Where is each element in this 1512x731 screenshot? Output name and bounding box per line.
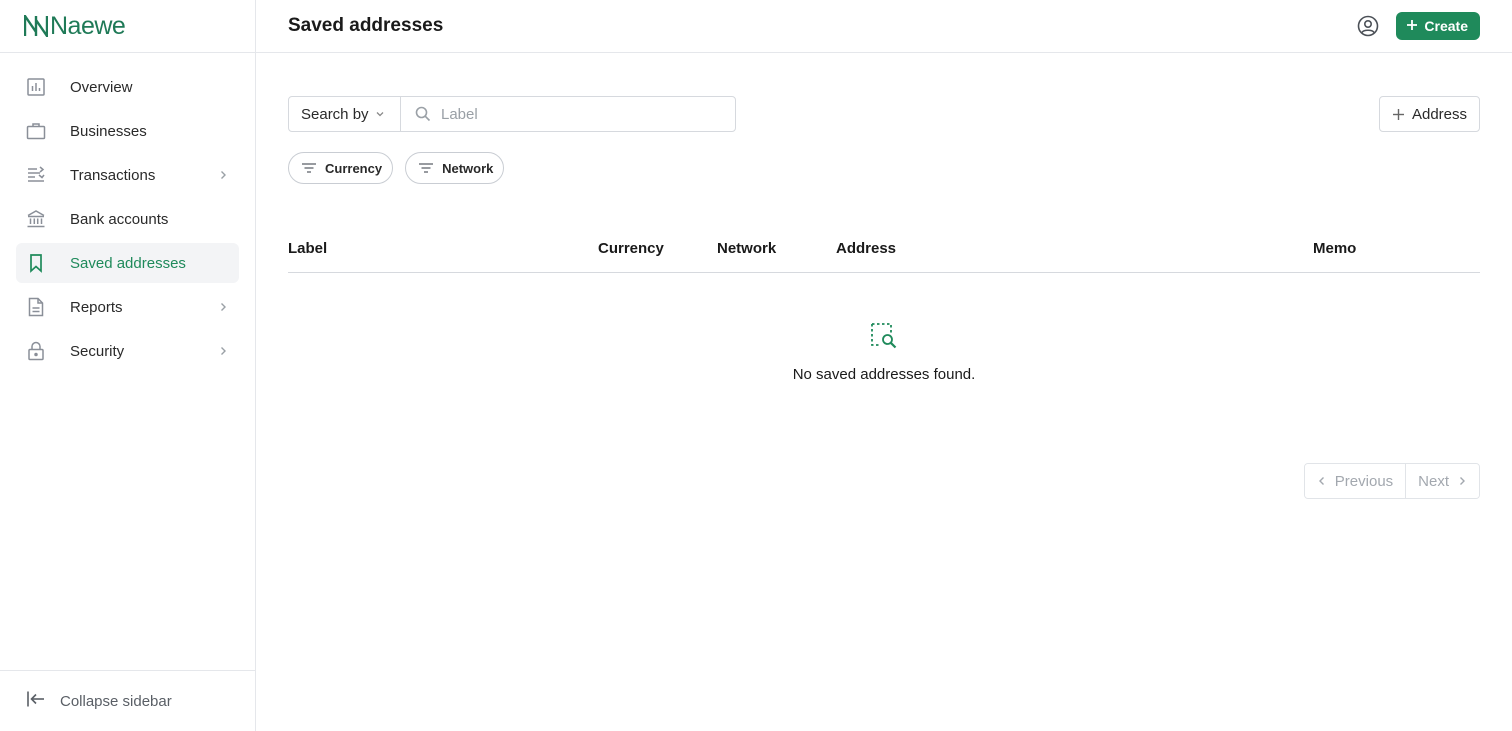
table-header: Label Currency Network Address Memo [288, 224, 1480, 273]
empty-search-icon [869, 321, 899, 351]
previous-page-label: Previous [1334, 472, 1394, 490]
app-root: Naewe Overview Businesses Transactions B… [0, 0, 1512, 731]
sidebar-item-businesses[interactable]: Businesses [16, 111, 239, 151]
sidebar-item-label: Bank accounts [70, 210, 169, 228]
bank-icon [26, 209, 46, 229]
brand-name: Naewe [50, 11, 126, 40]
chevron-right-icon [217, 169, 229, 181]
sidebar-item-security[interactable]: Security [16, 331, 239, 371]
create-button[interactable]: Create [1396, 12, 1480, 40]
chevron-right-icon [217, 345, 229, 357]
bar-chart-icon [26, 77, 46, 97]
bookmark-icon [26, 253, 46, 273]
sidebar-item-label: Transactions [70, 166, 156, 184]
briefcase-icon [26, 121, 46, 141]
naewe-logo-icon [24, 15, 48, 37]
column-header-network[interactable]: Network [717, 240, 776, 257]
sidebar-item-overview[interactable]: Overview [16, 67, 239, 107]
sidebar-item-bank-accounts[interactable]: Bank accounts [16, 199, 239, 239]
column-header-address[interactable]: Address [836, 240, 896, 257]
chevron-down-icon [375, 109, 385, 119]
sidebar-item-label: Security [70, 342, 125, 360]
chevron-right-icon [1457, 473, 1467, 490]
sidebar-item-saved-addresses[interactable]: Saved addresses [16, 243, 239, 283]
filter-label: Currency [325, 160, 383, 176]
column-header-memo[interactable]: Memo [1313, 240, 1356, 257]
collapse-sidebar-label: Collapse sidebar [60, 692, 172, 710]
create-button-label: Create [1424, 18, 1468, 34]
main-content: Saved addresses Create Search by Label A… [256, 0, 1512, 731]
transactions-icon [26, 165, 46, 185]
sidebar-item-reports[interactable]: Reports [16, 287, 239, 327]
saved-addresses-table: Label Currency Network Address Memo No s… [288, 224, 1480, 473]
search-by-dropdown[interactable]: Search by [289, 97, 401, 131]
sidebar-item-label: Businesses [70, 122, 147, 140]
collapse-left-icon [26, 689, 46, 714]
collapse-sidebar-button[interactable]: Collapse sidebar [0, 670, 255, 731]
chevron-left-icon [1317, 473, 1327, 490]
sidebar-item-label: Reports [70, 298, 123, 316]
lock-icon [26, 341, 46, 361]
search-input[interactable] [441, 105, 721, 123]
sidebar-item-label: Saved addresses [70, 254, 186, 272]
search-field [401, 97, 735, 131]
chevron-right-icon [217, 301, 229, 313]
brand-logo[interactable]: Naewe [24, 11, 126, 40]
filter-icon [418, 162, 434, 174]
next-page-button[interactable]: Next [1406, 464, 1479, 498]
sidebar-item-label: Overview [70, 78, 133, 96]
plus-icon [1406, 18, 1418, 34]
search-icon [415, 106, 431, 122]
search-by-label: Search by [301, 105, 369, 123]
sidebar-item-transactions[interactable]: Transactions [16, 155, 239, 195]
plus-icon [1392, 108, 1405, 121]
search-group: Search by [288, 96, 736, 132]
pagination: Previous Next [1303, 463, 1480, 499]
sidebar-nav: Overview Businesses Transactions Bank ac… [0, 53, 255, 371]
page-title: Saved addresses [288, 15, 444, 36]
empty-state-message: No saved addresses found. [792, 366, 976, 383]
next-page-label: Next [1418, 472, 1449, 490]
sidebar: Naewe Overview Businesses Transactions B… [0, 0, 256, 731]
document-icon [26, 297, 46, 317]
add-address-button[interactable]: Address [1378, 96, 1480, 132]
brand-header: Naewe [0, 0, 255, 53]
top-bar: Saved addresses Create [256, 0, 1512, 53]
column-header-label[interactable]: Label [288, 240, 327, 257]
filter-currency[interactable]: Currency [288, 152, 394, 184]
empty-state: No saved addresses found. [288, 273, 1480, 473]
column-header-currency[interactable]: Currency [598, 240, 664, 257]
toolbar: Search by Address [288, 96, 1480, 132]
account-icon[interactable] [1356, 14, 1380, 38]
filter-icon [301, 162, 317, 174]
filter-label: Network [442, 160, 494, 176]
filter-bar: Currency Network [288, 152, 505, 184]
add-address-label: Address [1411, 105, 1467, 123]
filter-network[interactable]: Network [405, 152, 505, 184]
previous-page-button[interactable]: Previous [1304, 464, 1407, 498]
